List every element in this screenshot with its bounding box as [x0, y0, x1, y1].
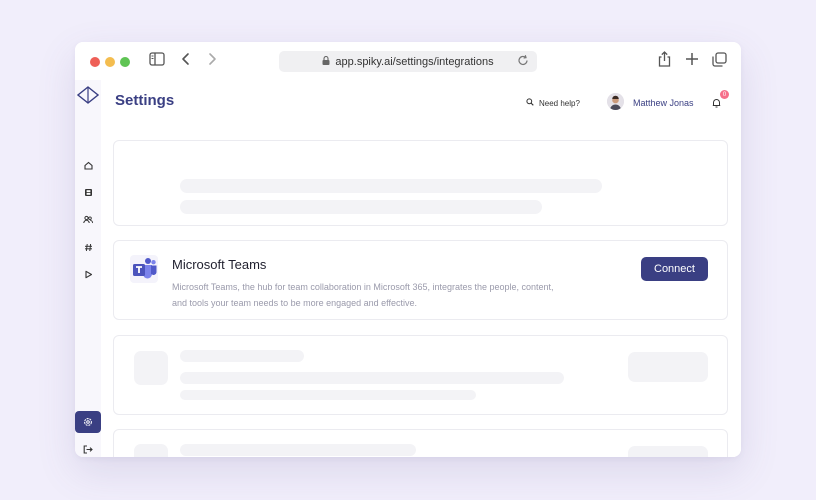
skeleton-button [628, 352, 708, 382]
home-icon[interactable] [80, 157, 96, 173]
skeleton-button [628, 446, 708, 457]
integration-title: Microsoft Teams [172, 257, 267, 272]
integration-description: Microsoft Teams, the hub for team collab… [172, 282, 554, 308]
user-name[interactable]: Matthew Jonas [633, 98, 694, 108]
skeleton-line [180, 390, 476, 400]
skeleton-card [113, 140, 728, 226]
skeleton-line [180, 350, 304, 362]
integration-card-microsoft-teams: Microsoft Teams Microsoft Teams, the hub… [113, 240, 728, 320]
skeleton-card [113, 335, 728, 415]
skeleton-line [180, 200, 542, 214]
connect-button[interactable]: Connect [641, 257, 708, 281]
page-title: Settings [115, 92, 175, 109]
logo-icon[interactable] [77, 85, 99, 105]
browser-toolbar: app.spiky.ai/settings/integrations [75, 42, 741, 80]
skeleton-line [180, 444, 416, 456]
skeleton-thumbnail [134, 444, 168, 457]
reload-icon[interactable] [517, 54, 529, 70]
help-label: Need help? [539, 98, 580, 108]
skeleton-thumbnail [134, 351, 168, 385]
share-icon[interactable] [658, 51, 671, 72]
microsoft-teams-icon [130, 255, 158, 283]
maximize-window-button[interactable] [120, 57, 130, 67]
main-content: Settings Need help? Matthew Jonas 0 Micr… [101, 80, 741, 457]
logout-icon[interactable] [80, 441, 96, 457]
new-tab-icon[interactable] [685, 52, 699, 71]
bell-icon[interactable] [712, 95, 721, 113]
forward-icon[interactable] [207, 52, 217, 71]
minimize-window-button[interactable] [105, 57, 115, 67]
hashtag-icon[interactable] [80, 239, 96, 255]
tabs-overview-icon[interactable] [712, 52, 727, 72]
skeleton-line [180, 372, 564, 384]
sidebar-toggle-icon[interactable] [149, 52, 165, 71]
film-icon[interactable] [80, 184, 96, 200]
skeleton-card [113, 429, 728, 457]
back-icon[interactable] [181, 52, 191, 71]
help-link[interactable]: Need help? [526, 98, 580, 108]
notification-badge: 0 [720, 90, 729, 99]
search-icon [526, 98, 534, 108]
address-bar[interactable]: app.spiky.ai/settings/integrations [279, 51, 537, 72]
play-icon[interactable] [80, 266, 96, 282]
avatar[interactable] [607, 93, 624, 110]
url-text: app.spiky.ai/settings/integrations [335, 55, 494, 68]
skeleton-line [180, 179, 602, 193]
sidebar [75, 80, 101, 457]
close-window-button[interactable] [90, 57, 100, 67]
browser-window: app.spiky.ai/settings/integrations Setti… [75, 42, 741, 457]
settings-icon[interactable] [75, 411, 101, 433]
users-icon[interactable] [80, 211, 96, 227]
lock-icon [322, 55, 330, 68]
